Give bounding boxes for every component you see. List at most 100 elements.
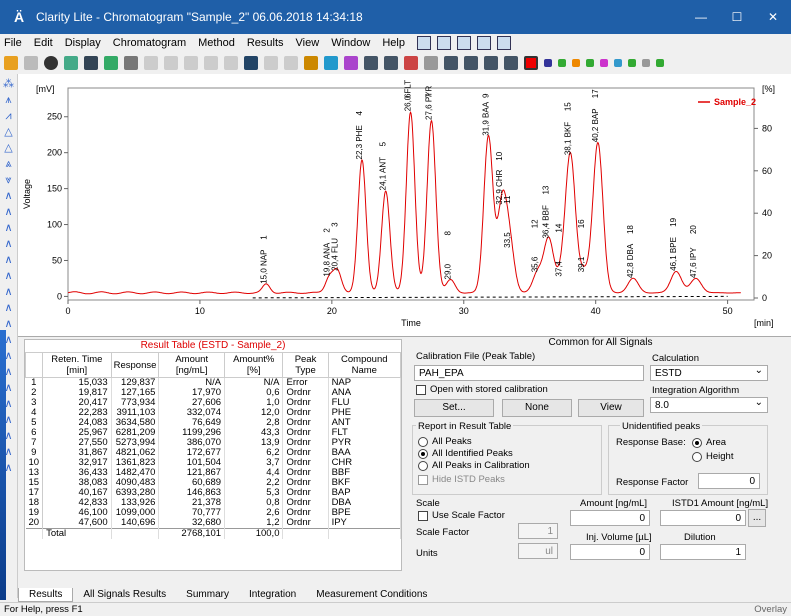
response-factor-input[interactable]: 0: [698, 473, 760, 489]
chrom-color-7-icon[interactable]: [628, 59, 636, 67]
report-icon[interactable]: [104, 56, 118, 70]
area-radio[interactable]: [692, 438, 702, 448]
split-icon[interactable]: ⩔: [3, 174, 15, 186]
print-icon[interactable]: [124, 56, 138, 70]
front-tangent-icon[interactable]: ∧: [3, 206, 15, 218]
min-height-icon[interactable]: ∧: [3, 318, 15, 330]
chrom-color-2-icon[interactable]: [558, 59, 566, 67]
chromatogram-graph[interactable]: 0 10 20 30 40 50 0 50 100 150 200 250 0 20 40 60 80 Time […: [18, 74, 791, 336]
open-icon[interactable]: [4, 56, 18, 70]
fit-icon[interactable]: [384, 56, 398, 70]
set-button[interactable]: Set...: [414, 399, 494, 417]
method-icon[interactable]: [456, 36, 471, 50]
use-scale-checkbox[interactable]: [418, 511, 428, 521]
close-button[interactable]: ✕: [755, 10, 791, 24]
undo-icon[interactable]: [204, 56, 218, 70]
width-icon[interactable]: ∧: [3, 270, 15, 282]
rear-tangent-icon[interactable]: ∧: [3, 222, 15, 234]
hide-istd-checkbox[interactable]: [418, 475, 428, 485]
settings-icon[interactable]: [496, 36, 511, 50]
result-col-header[interactable]: [24, 352, 44, 378]
table-row[interactable]: 20 47,600 140,696 32,680 1,2 Ordnr IPY: [25, 518, 402, 529]
device-icon[interactable]: [476, 36, 491, 50]
save-icon[interactable]: [24, 56, 38, 70]
tab-all-signals-results[interactable]: All Signals Results: [73, 588, 176, 602]
color-icon[interactable]: [524, 56, 538, 70]
threshold-icon[interactable]: ∧: [3, 286, 15, 298]
dilution-input[interactable]: 1: [660, 544, 746, 560]
result-col-header[interactable]: Amount [ng/mL]: [158, 352, 226, 378]
tab-results[interactable]: Results: [18, 588, 74, 602]
view-button[interactable]: View: [578, 399, 644, 417]
together-icon[interactable]: △: [3, 142, 15, 154]
calibration-icon[interactable]: [436, 36, 451, 50]
peak-icon[interactable]: [304, 56, 318, 70]
menu-window[interactable]: Window: [331, 37, 370, 49]
menu-display[interactable]: Display: [65, 37, 101, 49]
prev-icon[interactable]: [464, 56, 478, 70]
menu-view[interactable]: View: [296, 37, 320, 49]
minimize-button[interactable]: —: [683, 10, 719, 24]
result-col-header[interactable]: Compound Name: [327, 352, 402, 378]
units-input[interactable]: ul: [518, 543, 558, 559]
lock-icon[interactable]: ∧: [3, 238, 15, 250]
peak-start-icon[interactable]: ⩚: [3, 94, 15, 106]
menu-edit[interactable]: Edit: [34, 37, 53, 49]
peak-end-icon[interactable]: ⩘: [3, 110, 15, 122]
cut-icon[interactable]: [144, 56, 158, 70]
all-in-calib-radio[interactable]: [418, 461, 428, 471]
result-col-header[interactable]: Peak Type: [282, 352, 329, 378]
istd-amount-input[interactable]: 0: [660, 510, 746, 526]
chrom-color-8-icon[interactable]: [642, 59, 650, 67]
integration-icon[interactable]: [344, 56, 358, 70]
chrom-color-1-icon[interactable]: [544, 59, 552, 67]
min-area-icon[interactable]: ∧: [3, 302, 15, 314]
menu-method[interactable]: Method: [198, 37, 235, 49]
manual-peak-icon[interactable]: ∧: [3, 254, 15, 266]
paste-icon[interactable]: [184, 56, 198, 70]
zoom-in-icon[interactable]: [244, 56, 258, 70]
tab-measurement-conditions[interactable]: Measurement Conditions: [306, 588, 437, 602]
all-identified-radio[interactable]: [418, 449, 428, 459]
signal-icon[interactable]: [404, 56, 418, 70]
result-col-header[interactable]: Reten. Time [min]: [42, 352, 112, 378]
tab-integration[interactable]: Integration: [239, 588, 306, 602]
next-icon[interactable]: [484, 56, 498, 70]
maximize-button[interactable]: ☐: [719, 10, 755, 24]
calculation-select[interactable]: ESTD: [650, 364, 768, 381]
graph-mode-icon[interactable]: [324, 56, 338, 70]
last-icon[interactable]: [504, 56, 518, 70]
scale-factor-input[interactable]: 1: [518, 523, 558, 539]
menu-file[interactable]: File: [4, 37, 22, 49]
integration-algorithm-select[interactable]: 8.0: [650, 396, 768, 413]
chrom-color-6-icon[interactable]: [614, 59, 622, 67]
tab-summary[interactable]: Summary: [176, 588, 239, 602]
chrom-color-9-icon[interactable]: [656, 59, 664, 67]
result-table-grid[interactable]: Reten. Time [min] Response Amount [ng/mL] A…: [24, 352, 402, 539]
menu-help[interactable]: Help: [382, 37, 405, 49]
tangent-icon[interactable]: ∧: [3, 190, 15, 202]
calib-file-field[interactable]: PAH_EPA: [414, 365, 644, 381]
valley-icon[interactable]: ⩓: [3, 158, 15, 170]
zoom-icon[interactable]: [264, 56, 278, 70]
result-col-header[interactable]: Amount% [%]: [224, 352, 284, 378]
properties-icon[interactable]: [64, 56, 78, 70]
baseline-icon[interactable]: △: [3, 126, 15, 138]
chrom-color-3-icon[interactable]: [572, 59, 580, 67]
result-col-header[interactable]: Response: [110, 352, 160, 378]
chrom-color-5-icon[interactable]: [600, 59, 608, 67]
none-button[interactable]: None: [502, 399, 572, 417]
copy-icon[interactable]: [164, 56, 178, 70]
amount-input[interactable]: 0: [570, 510, 650, 526]
chrom-color-4-icon[interactable]: [586, 59, 594, 67]
stop-icon[interactable]: [44, 56, 58, 70]
inj-volume-input[interactable]: 0: [570, 544, 650, 560]
layout-icon[interactable]: [424, 56, 438, 70]
menu-results[interactable]: Results: [247, 37, 284, 49]
istd-more-button[interactable]: ...: [748, 509, 766, 527]
height-radio[interactable]: [692, 452, 702, 462]
integration-tool-icon[interactable]: ⁂: [3, 78, 15, 90]
zoom-out-icon[interactable]: [284, 56, 298, 70]
menu-chromatogram[interactable]: Chromatogram: [113, 37, 186, 49]
first-icon[interactable]: [444, 56, 458, 70]
